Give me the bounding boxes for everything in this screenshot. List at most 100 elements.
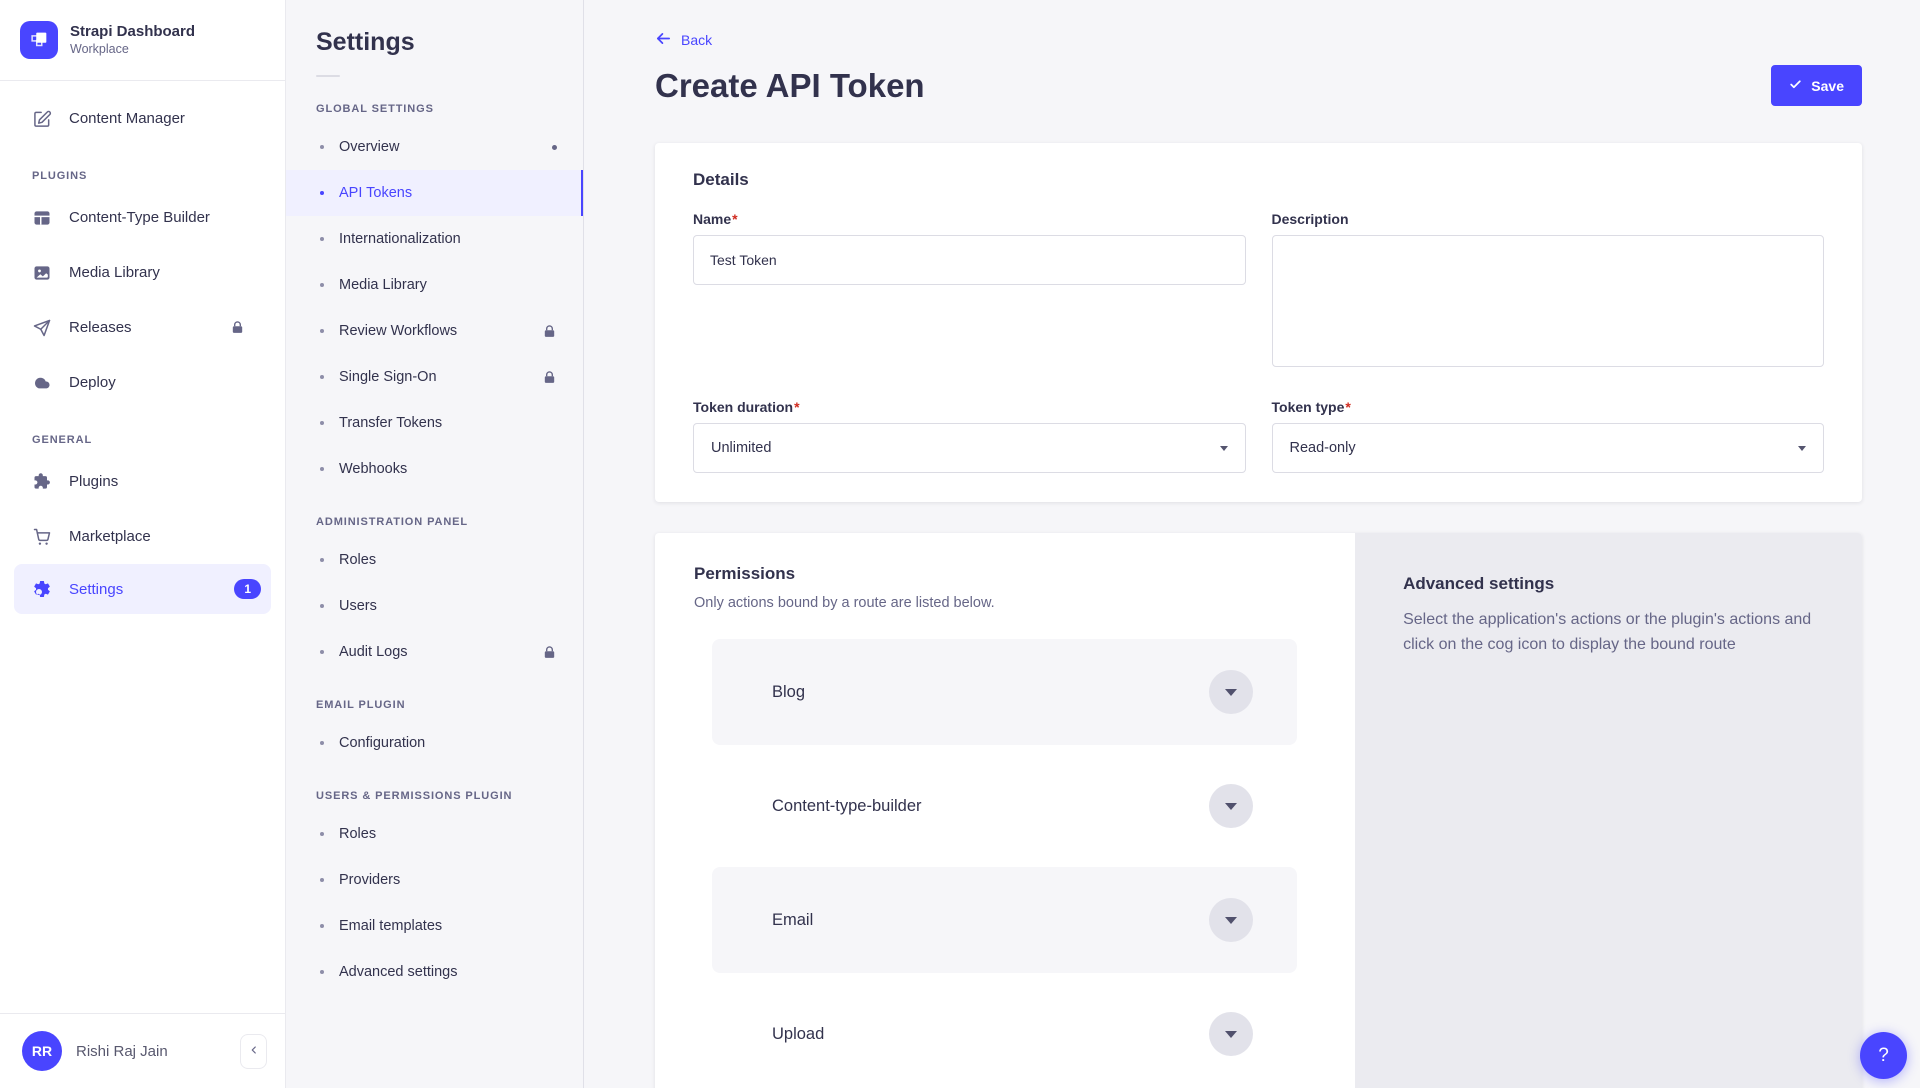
- bullet-dot: [320, 467, 324, 471]
- avatar[interactable]: RR: [22, 1031, 62, 1071]
- cloud-icon: [32, 373, 52, 393]
- subnav-item-api-tokens[interactable]: API Tokens: [286, 170, 583, 216]
- subnav-item-label: Roles: [339, 552, 376, 568]
- subnav-item-review-workflows[interactable]: Review Workflows: [286, 308, 583, 354]
- subnav-item-email-templates[interactable]: Email templates: [286, 903, 583, 949]
- name-input[interactable]: [693, 235, 1246, 285]
- subnav-item-label: Internationalization: [339, 231, 461, 247]
- app-root: Strapi Dashboard Workplace Content Manag…: [0, 0, 1920, 1088]
- chevron-down-icon: [1798, 446, 1806, 451]
- subnav-section-global-settings: GLOBAL SETTINGS: [286, 79, 583, 124]
- required-asterisk: *: [732, 211, 737, 227]
- workspace-header[interactable]: Strapi Dashboard Workplace: [0, 0, 285, 81]
- token-type-field-group: Token type* Read-only: [1272, 399, 1825, 473]
- required-asterisk: *: [1345, 399, 1350, 415]
- sidebar-item-label: Deploy: [69, 374, 116, 391]
- subnav-item-configuration[interactable]: Configuration: [286, 720, 583, 766]
- main-sidebar: Strapi Dashboard Workplace Content Manag…: [0, 0, 286, 1088]
- accordion-label: Content-type-builder: [772, 797, 922, 816]
- subnav-item-webhooks[interactable]: Webhooks: [286, 446, 583, 492]
- bullet-dot: [320, 832, 324, 836]
- details-title: Details: [693, 170, 1824, 190]
- workspace-title: Strapi Dashboard: [70, 23, 195, 42]
- subnav-item-single-sign-on[interactable]: Single Sign-On: [286, 354, 583, 400]
- bullet-dot: [320, 421, 324, 425]
- page-title: Create API Token: [655, 67, 925, 105]
- check-icon: [1789, 78, 1802, 94]
- lock-icon: [542, 645, 557, 660]
- permissions-panel: Permissions Only actions bound by a rout…: [655, 533, 1355, 1088]
- bullet-dot: [320, 375, 324, 379]
- description-textarea[interactable]: [1272, 235, 1825, 367]
- accordion-item-email[interactable]: Email: [712, 867, 1297, 973]
- save-button[interactable]: Save: [1771, 65, 1862, 106]
- subnav-item-label: Users: [339, 598, 377, 614]
- user-name: Rishi Raj Jain: [76, 1043, 168, 1060]
- subnav-item-users[interactable]: Users: [286, 583, 583, 629]
- details-card: Details Name* Description Token dur: [655, 143, 1862, 502]
- sidebar-item-releases[interactable]: Releases: [0, 300, 285, 355]
- chevron-left-icon: [248, 1044, 260, 1059]
- expand-upload-button[interactable]: [1209, 1012, 1253, 1056]
- help-button[interactable]: ?: [1860, 1032, 1907, 1079]
- subnav-item-overview[interactable]: Overview: [286, 124, 583, 170]
- paper-plane-icon: [32, 318, 52, 338]
- sidebar-item-label: Settings: [69, 581, 123, 598]
- permissions-accordion: Blog Content-type-builder Email Upload: [712, 639, 1297, 1087]
- subnav-item-internationalization[interactable]: Internationalization: [286, 216, 583, 262]
- sidebar-item-deploy[interactable]: Deploy: [0, 355, 285, 410]
- sidebar-item-media-library[interactable]: Media Library: [0, 245, 285, 300]
- arrow-left-icon: [655, 30, 672, 50]
- sidebar-item-label: Plugins: [69, 473, 118, 490]
- subnav-item-advanced-settings[interactable]: Advanced settings: [286, 949, 583, 995]
- sidebar-item-marketplace[interactable]: Marketplace: [0, 509, 285, 564]
- subnav-item-label: Audit Logs: [339, 644, 408, 660]
- cart-icon: [32, 527, 52, 547]
- bullet-dot: [320, 283, 324, 287]
- bullet-dot: [320, 191, 324, 195]
- expand-email-button[interactable]: [1209, 898, 1253, 942]
- gear-icon: [32, 579, 52, 599]
- workspace-text: Strapi Dashboard Workplace: [70, 23, 195, 58]
- collapse-sidebar-button[interactable]: [240, 1034, 267, 1069]
- sidebar-item-plugins[interactable]: Plugins: [0, 454, 285, 509]
- description-label: Description: [1272, 211, 1825, 227]
- sidebar-item-content-manager[interactable]: Content Manager: [0, 91, 285, 146]
- expand-content-type-builder-button[interactable]: [1209, 784, 1253, 828]
- subnav-item-roles-admin[interactable]: Roles: [286, 537, 583, 583]
- accordion-item-blog[interactable]: Blog: [712, 639, 1297, 745]
- chevron-down-icon: [1225, 917, 1237, 924]
- bullet-dot: [320, 237, 324, 241]
- sidebar-item-content-type-builder[interactable]: Content-Type Builder: [0, 190, 285, 245]
- subnav-item-label: Providers: [339, 872, 400, 888]
- advanced-settings-description: Select the application's actions or the …: [1403, 608, 1814, 658]
- token-type-select[interactable]: Read-only: [1272, 423, 1825, 473]
- lock-icon: [542, 370, 557, 385]
- settings-subnav: Settings GLOBAL SETTINGS Overview API To…: [286, 0, 584, 1088]
- accordion-item-content-type-builder[interactable]: Content-type-builder: [712, 753, 1297, 859]
- subnav-item-transfer-tokens[interactable]: Transfer Tokens: [286, 400, 583, 446]
- subnav-item-label: Advanced settings: [339, 964, 458, 980]
- sidebar-item-settings[interactable]: Settings 1: [14, 564, 271, 614]
- advanced-settings-title: Advanced settings: [1403, 574, 1814, 594]
- bullet-dot: [320, 970, 324, 974]
- required-asterisk: *: [794, 399, 799, 415]
- sidebar-item-label: Content Manager: [69, 110, 185, 127]
- token-duration-value: Unlimited: [711, 440, 771, 456]
- subnav-section-users-permissions-plugin: USERS & PERMISSIONS PLUGIN: [286, 766, 583, 811]
- subnav-item-roles-up[interactable]: Roles: [286, 811, 583, 857]
- subnav-section-administration-panel: ADMINISTRATION PANEL: [286, 492, 583, 537]
- sidebar-nav: Content Manager PLUGINS Content-Type Bui…: [0, 81, 285, 1013]
- permissions-subtitle: Only actions bound by a route are listed…: [694, 595, 1315, 611]
- accordion-item-upload[interactable]: Upload: [712, 981, 1297, 1087]
- subnav-item-audit-logs[interactable]: Audit Logs: [286, 629, 583, 675]
- lock-icon: [230, 320, 245, 335]
- subnav-item-providers[interactable]: Providers: [286, 857, 583, 903]
- back-link[interactable]: Back: [655, 30, 712, 50]
- subnav-item-media-library[interactable]: Media Library: [286, 262, 583, 308]
- sidebar-section-plugins: PLUGINS: [0, 146, 285, 190]
- token-duration-select[interactable]: Unlimited: [693, 423, 1246, 473]
- sidebar-section-general: GENERAL: [0, 410, 285, 454]
- chevron-down-icon: [1225, 803, 1237, 810]
- expand-blog-button[interactable]: [1209, 670, 1253, 714]
